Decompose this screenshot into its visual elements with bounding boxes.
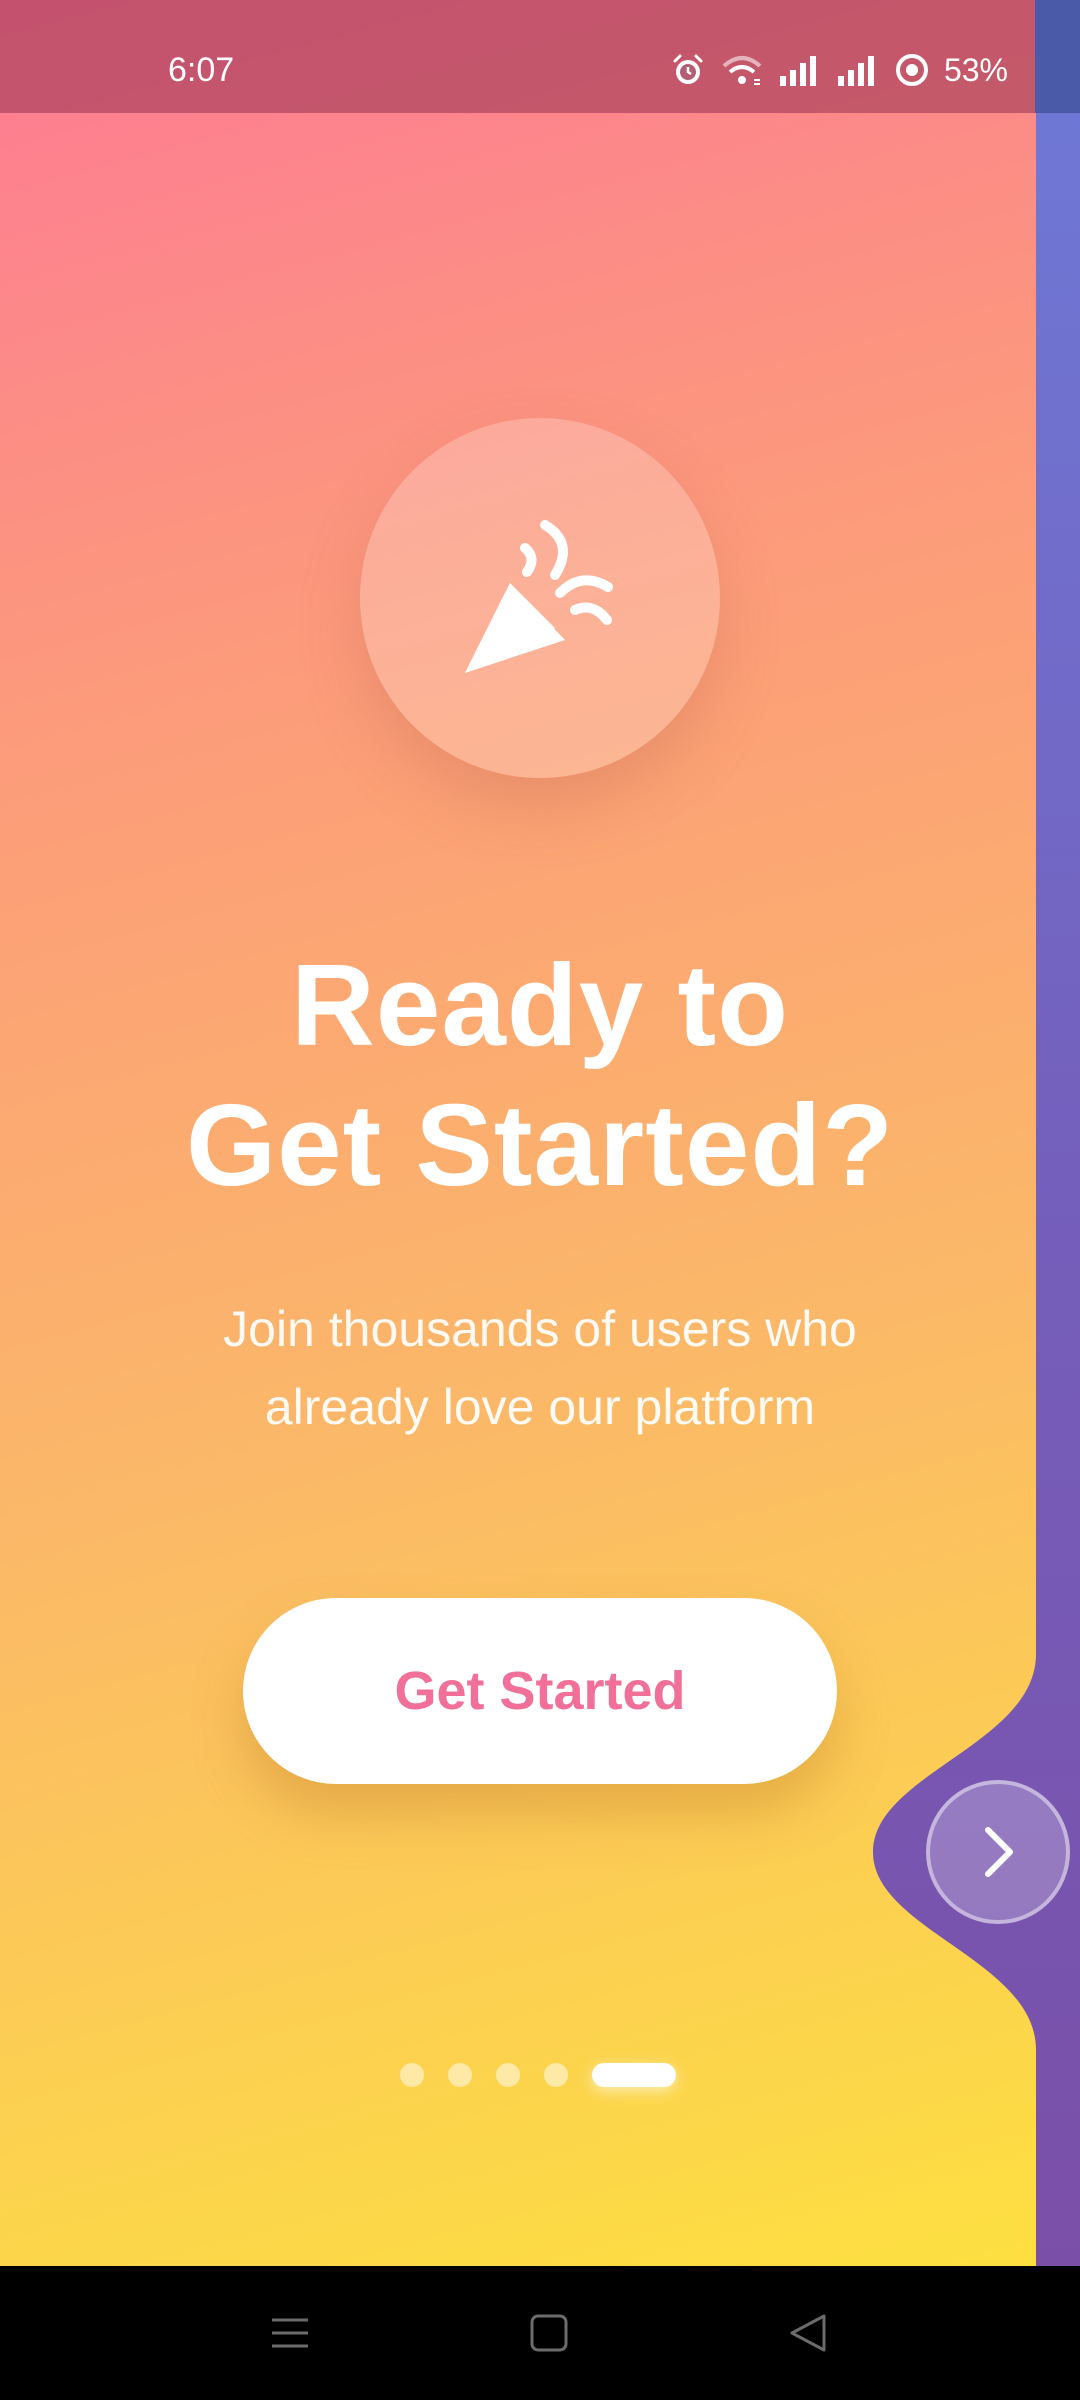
- signal-icon: [779, 56, 816, 86]
- title-line-2: Get Started?: [185, 1080, 895, 1210]
- next-page-button[interactable]: [926, 1780, 1070, 1924]
- status-time: 6:07: [168, 51, 235, 89]
- alarm-icon: [673, 54, 703, 84]
- title-line-1: Ready to: [291, 940, 789, 1070]
- page-title: Ready to Get Started?: [90, 935, 990, 1215]
- menu-icon: [272, 2318, 308, 2348]
- signal-icon: [837, 56, 874, 86]
- back-button[interactable]: [728, 2266, 888, 2400]
- back-icon: [790, 2314, 826, 2352]
- battery-percent: 53%: [943, 52, 1008, 88]
- page-dot[interactable]: [496, 2063, 520, 2087]
- page-dot[interactable]: [448, 2063, 472, 2087]
- onboarding-page: Ready to Get Started? Join thousands of …: [0, 0, 1080, 2266]
- status-bar: 6:07 53%: [0, 0, 1080, 113]
- page-subtitle: Join thousands of users who already love…: [140, 1290, 940, 1446]
- party-popper-icon: [465, 520, 613, 673]
- home-button[interactable]: [469, 2266, 629, 2400]
- hero-icon-circle: [360, 418, 720, 778]
- status-icons: 53%: [670, 50, 1008, 90]
- chevron-right-icon: [985, 1827, 1013, 1877]
- page-indicator: [400, 2063, 676, 2087]
- subtitle-line-2: already love our platform: [264, 1379, 816, 1435]
- status-bar-panel-tint: [1035, 0, 1080, 113]
- recent-apps-button[interactable]: [210, 2266, 370, 2400]
- system-nav-bar: [0, 2266, 1080, 2400]
- page-dot[interactable]: [544, 2063, 568, 2087]
- page-dot[interactable]: [400, 2063, 424, 2087]
- battery-icon: [895, 54, 928, 86]
- subtitle-line-1: Join thousands of users who: [223, 1301, 857, 1357]
- get-started-button[interactable]: Get Started: [243, 1598, 837, 1784]
- wifi-icon: [722, 56, 762, 85]
- screen: Ready to Get Started? Join thousands of …: [0, 0, 1080, 2400]
- home-icon: [530, 2314, 568, 2352]
- page-dot-active[interactable]: [592, 2063, 676, 2087]
